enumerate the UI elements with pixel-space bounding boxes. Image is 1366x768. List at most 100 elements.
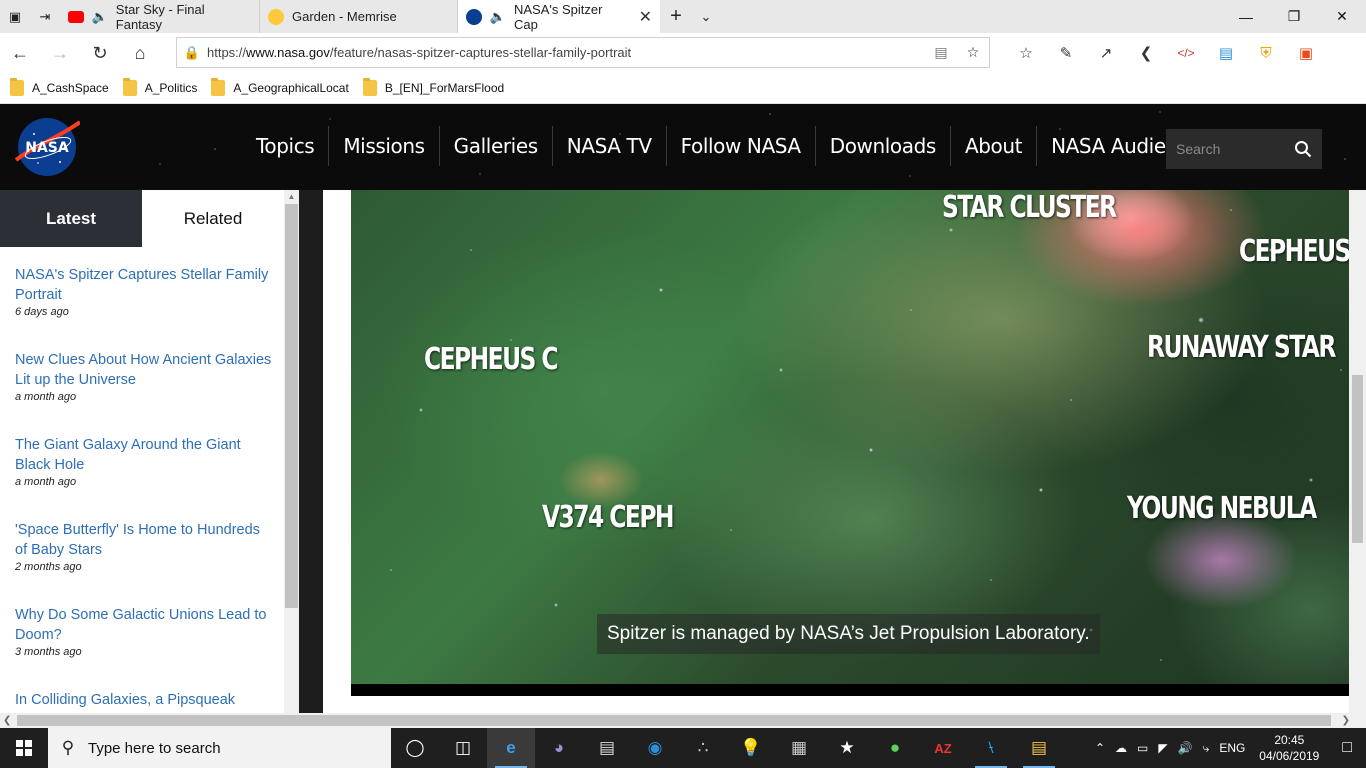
article-date: a month ago [15,391,77,403]
article-link[interactable]: NASA's Spitzer Captures Stellar Family P… [15,265,272,305]
eclipse-icon[interactable]: ◕ [535,728,583,768]
reading-view-icon[interactable]: ▤ [925,44,957,61]
site-search-input[interactable] [1166,141,1286,157]
wifi-icon[interactable]: ⤷ [1198,741,1215,756]
clock-time: 20:45 [1274,733,1305,747]
vscode-icon[interactable]: ⧷ [967,728,1015,768]
speaker-icon[interactable]: 🔈 [92,9,108,25]
tips-lightbulb-icon[interactable]: 💡 [727,728,775,768]
search-icon[interactable] [1286,129,1320,169]
nav-galleries[interactable]: Galleries [440,126,553,166]
article-link[interactable]: Why Do Some Galactic Unions Lead to Doom… [15,605,272,645]
tab-nasa-spitzer[interactable]: 🔈 NASA's Spitzer Cap ✕ [458,0,660,33]
favorite-star-icon[interactable]: ☆ [957,44,989,61]
nasa-logo[interactable]: NASA [14,116,80,178]
scroll-up-icon[interactable]: ▲ [284,190,299,204]
taskbar-search[interactable]: ⚲ Type here to search [48,728,391,768]
tab-back-icon[interactable]: ⇥ [30,0,60,33]
tab-preview-chevron-icon[interactable]: ⌄ [692,0,720,33]
video-starfield [351,190,1350,684]
nav-topics[interactable]: Topics [242,126,330,166]
globe-app-icon[interactable]: ● [871,728,919,768]
label-star-cluster: STAR CLUSTER [942,190,1117,225]
url-prefix: https:// [207,45,247,60]
cortana-icon[interactable]: ◯ [391,728,439,768]
restore-button[interactable]: ❐ [1270,0,1318,33]
tab-memrise[interactable]: Garden - Memrise [260,0,458,33]
page-scroll-thumb[interactable] [1352,375,1363,543]
file-explorer-icon[interactable]: ▤ [1015,728,1063,768]
tray-overflow-icon[interactable]: ⌃ [1090,741,1110,755]
tab-actions-icon[interactable]: ▣ [0,0,30,33]
tab-latest[interactable]: Latest [0,190,142,247]
address-bar[interactable]: 🔒 https://www.nasa.gov/feature/nasas-spi… [176,37,990,68]
favorite-folder[interactable]: A_Politics [122,78,197,96]
screen-capture-icon[interactable]: ◉ [631,728,679,768]
site-nav: Topics Missions Galleries NASA TV Follow… [242,126,1225,166]
favorite-folder[interactable]: B_[EN]_ForMarsFlood [362,78,504,96]
nav-nasa-tv[interactable]: NASA TV [553,126,667,166]
volume-icon[interactable]: 🔊 [1173,741,1198,755]
sidebar-scrollbar[interactable]: ▲ [284,190,299,713]
article-link[interactable]: The Giant Galaxy Around the Giant Black … [15,435,272,475]
video-player[interactable]: STAR CLUSTER CEPHEUS B RUNAWAY STAR CEPH… [351,190,1350,684]
start-button[interactable] [0,728,48,768]
scroll-right-icon[interactable]: ❯ [1342,713,1350,728]
site-header: NASA Topics Missions Galleries NASA TV F… [0,104,1366,190]
favorite-folder[interactable]: A_CashSpace [10,78,109,96]
extension-code-icon[interactable]: </> [1166,33,1206,73]
minimize-button[interactable]: — [1222,0,1270,33]
tab-star-sky[interactable]: 🔈 Star Sky - Final Fantasy [60,0,260,33]
tab-related[interactable]: Related [142,190,284,247]
browser-nav-bar: ← → ↻ ⌂ 🔒 https://www.nasa.gov/feature/n… [0,33,1366,73]
onedrive-cloud-icon[interactable]: ☁ [1110,741,1132,755]
memrise-icon [268,8,284,25]
az-dictionary-icon[interactable]: AZ [919,728,967,768]
battery-icon[interactable]: ▭ [1132,741,1153,755]
article-link[interactable]: 'Space Butterfly' Is Home to Hundreds of… [15,520,272,560]
home-button[interactable]: ⌂ [120,33,160,73]
url-text[interactable]: https://www.nasa.gov/feature/nasas-spitz… [207,45,925,60]
sidebar: Latest Related NASA's Spitzer Captures S… [0,190,284,713]
page-scrollbar[interactable] [1349,190,1366,713]
edge-browser-icon[interactable]: e [487,728,535,768]
favorite-folder[interactable]: A_GeographicalLocat [211,78,349,96]
language-indicator[interactable]: ENG [1214,741,1250,755]
sidebar-scroll-thumb[interactable] [285,204,298,608]
new-tab-button[interactable]: + [660,0,692,33]
horizontal-scrollbar[interactable]: ❮ ❯ [0,713,1366,728]
forward-button[interactable]: → [40,33,80,73]
task-view-icon[interactable]: ◫ [439,728,487,768]
list-item: The Giant Galaxy Around the Giant Black … [15,435,272,502]
refresh-button[interactable]: ↻ [80,33,120,73]
article-link[interactable]: In Colliding Galaxies, a Pipsqueak Shine… [15,690,272,713]
nav-downloads[interactable]: Downloads [816,126,951,166]
nav-about[interactable]: About [951,126,1038,166]
speaker-icon[interactable]: 🔈 [490,9,506,25]
extension-screen-icon[interactable]: ▤ [1206,33,1246,73]
close-tab-icon[interactable]: ✕ [639,7,652,27]
lock-icon[interactable]: 🔒 [177,45,207,61]
document-app-icon[interactable]: ▤ [583,728,631,768]
clock[interactable]: 20:45 04/06/2019 [1250,732,1328,764]
nav-follow-nasa[interactable]: Follow NASA [667,126,816,166]
pen-notes-icon[interactable]: ✎ [1046,33,1086,73]
nav-missions[interactable]: Missions [329,126,440,166]
fox-app-icon[interactable]: ★ [823,728,871,768]
extension-shield-icon[interactable]: ⛨ [1246,33,1286,73]
back-button[interactable]: ← [0,33,40,73]
share-icon[interactable]: ↗ [1086,33,1126,73]
site-search [1166,129,1322,169]
video-bottom-bar [351,684,1350,696]
store-icon[interactable]: ▦ [775,728,823,768]
office-icon[interactable]: ▣ [1286,33,1326,73]
network-icon[interactable]: ◤ [1153,741,1172,755]
scroll-left-icon[interactable]: ❮ [3,713,11,728]
connections-app-icon[interactable]: ∴ [679,728,727,768]
close-window-button[interactable]: ✕ [1318,0,1366,33]
horizontal-scroll-thumb[interactable] [17,715,1331,726]
article-link[interactable]: New Clues About How Ancient Galaxies Lit… [15,350,272,390]
chevron-left-icon[interactable]: ❮ [1126,33,1166,73]
favorites-hub-icon[interactable]: ☆ [1006,33,1046,73]
action-center-icon[interactable]: □ [1328,739,1366,757]
